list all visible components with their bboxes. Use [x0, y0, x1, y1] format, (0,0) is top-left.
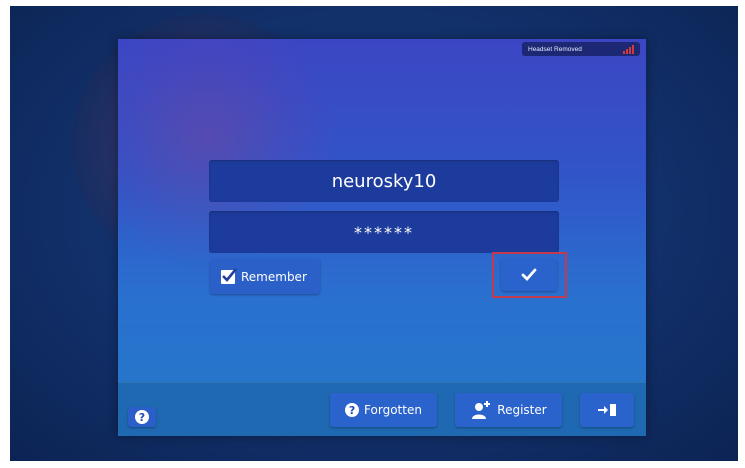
checkmark-icon [521, 268, 537, 282]
headset-status-text: Headset Removed [528, 45, 582, 53]
register-button[interactable]: Register [455, 393, 562, 427]
register-label: Register [497, 403, 547, 417]
add-user-icon [472, 401, 491, 419]
password-field[interactable]: ****** [209, 211, 559, 253]
headset-status-bar: Headset Removed [522, 42, 640, 56]
exit-button[interactable] [580, 393, 634, 427]
checkbox-checked-icon [221, 267, 237, 284]
help-button[interactable]: ? [128, 407, 156, 427]
login-panel: Headset Removed neurosky10 ****** Rememb… [118, 39, 646, 436]
forgotten-label: Forgotten [364, 403, 422, 417]
question-circle-icon: ? [135, 410, 149, 424]
remember-label: Remember [241, 269, 307, 284]
remember-checkbox[interactable]: Remember [210, 259, 320, 294]
exit-door-icon [598, 404, 616, 416]
footer-bar: ? ? Forgotten Register [118, 382, 646, 436]
app-window: Headset Removed neurosky10 ****** Rememb… [10, 6, 738, 461]
signal-bars-icon [623, 44, 634, 54]
submit-button[interactable] [501, 259, 557, 291]
forgotten-button[interactable]: ? Forgotten [330, 393, 437, 427]
username-field[interactable]: neurosky10 [209, 160, 559, 202]
question-circle-icon: ? [345, 403, 360, 417]
